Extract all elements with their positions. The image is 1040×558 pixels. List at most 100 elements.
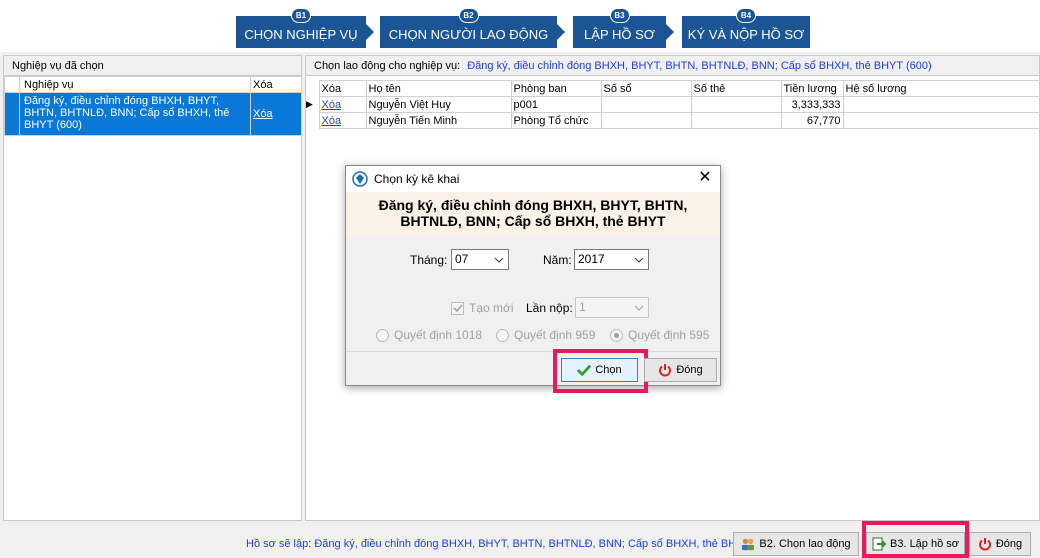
power-icon — [658, 363, 672, 377]
salary-coefficient-cell[interactable] — [842, 96, 1040, 113]
dialog-close-button[interactable]: Đóng — [644, 358, 717, 382]
close-window-label: Đóng — [995, 538, 1023, 550]
column-header-name[interactable]: Họ tên — [365, 80, 512, 97]
selected-services-panel: Nghiệp vụ đã chọn Nghiệp vụ Xóa Đăng ký,… — [3, 55, 302, 521]
name-cell[interactable]: Nguyễn Việt Huy — [365, 96, 512, 113]
close-icon[interactable]: ✕ — [696, 169, 714, 187]
wizard-steps: B1 CHỌN NGHIỆP VỤ B2 CHỌN NGƯỜI LAO ĐỘNG… — [0, 0, 1040, 52]
step-4-label: KÝ VÀ NỘP HỒ SƠ — [687, 26, 805, 42]
step-1-badge: B1 — [291, 8, 311, 23]
create-file-highlight — [862, 521, 969, 558]
delete-cell[interactable]: Xóa — [318, 112, 367, 129]
step-arrow-icon — [666, 24, 674, 40]
salary-cell[interactable]: 67,770 — [780, 112, 844, 129]
users-icon — [741, 537, 755, 551]
radio-checked-icon — [610, 328, 623, 342]
column-header-department[interactable]: Phòng ban — [510, 80, 602, 97]
choose-employee-button[interactable]: B2. Chọn lao động — [733, 532, 859, 556]
salary-coefficient-cell[interactable] — [842, 112, 1040, 129]
department-cell[interactable]: p001 — [510, 96, 602, 113]
column-header-book-number[interactable]: Số sổ — [600, 80, 692, 97]
current-row-indicator-icon: ▶ — [306, 99, 313, 109]
create-new-label: Tạo mới — [469, 301, 514, 315]
name-cell[interactable]: Nguyễn Tiến Minh — [365, 112, 512, 129]
row-indicator — [306, 113, 319, 129]
step-arrow-icon — [366, 24, 374, 40]
month-value: 07 — [455, 252, 469, 266]
table-header-row: Nghiệp vụ Xóa — [4, 76, 302, 93]
bottom-toolbar: Hồ sơ sẽ lập: Đăng ký, điều chỉnh đóng B… — [0, 521, 1040, 558]
selected-services-header: Nghiệp vụ đã chọn — [4, 56, 301, 76]
step-3-label: LẬP HỒ SƠ — [584, 26, 655, 42]
chevron-down-icon — [632, 250, 646, 269]
column-header-salary-coefficient[interactable]: Hệ số lương — [842, 80, 1040, 97]
employee-selection-header: Chọn lao động cho nghiệp vụ: Đăng ký, đi… — [306, 56, 1039, 76]
create-new-checkbox[interactable]: Tạo mới — [451, 301, 514, 315]
table-row[interactable]: Xóa Nguyễn Tiến Minh Phòng Tổ chức 67,77… — [306, 112, 1040, 129]
step-sign-submit[interactable]: B4 KÝ VÀ NỘP HỒ SƠ — [682, 8, 810, 48]
employee-selection-label: Chọn lao động cho nghiệp vụ: — [314, 60, 461, 72]
year-value: 2017 — [578, 252, 605, 266]
choose-button-highlight — [553, 349, 648, 393]
delete-employee-link[interactable]: Xóa — [322, 115, 342, 127]
column-header-salary[interactable]: Tiền lương — [780, 80, 844, 97]
submission-count-select[interactable]: 1 — [575, 297, 649, 318]
month-select[interactable]: 07 — [451, 249, 509, 270]
dialog-service-heading: Đăng ký, điều chỉnh đóng BHXH, BHYT, BHT… — [346, 192, 720, 236]
step-create-file[interactable]: B3 LẬP HỒ SƠ — [573, 8, 666, 48]
close-window-button[interactable]: Đóng — [969, 532, 1031, 556]
step-choose-employee[interactable]: B2 CHỌN NGƯỜI LAO ĐỘNG — [380, 8, 557, 48]
step-2-label: CHỌN NGƯỜI LAO ĐỘNG — [388, 26, 549, 42]
table-row[interactable]: ▶ Xóa Nguyễn Việt Huy p001 3,333,333 — [306, 96, 1040, 113]
step-2-badge: B2 — [458, 8, 479, 23]
employee-selection-service: Đăng ký, điều chỉnh đóng BHXH, BHYT, BHT… — [467, 60, 932, 72]
decision-1018-radio[interactable]: Quyết định 1018 — [376, 328, 482, 342]
row-indicator-header — [306, 80, 319, 97]
decision-959-label: Quyết định 959 — [514, 328, 596, 342]
step-1-label: CHỌN NGHIỆP VỤ — [244, 26, 358, 42]
delete-service-link[interactable]: Xóa — [253, 108, 273, 120]
dialog-divider — [346, 351, 720, 352]
employee-table: Xóa Họ tên Phòng ban Số sổ Số thẻ Tiền l… — [306, 80, 1040, 129]
radio-unchecked-icon — [496, 328, 509, 342]
dialog-titlebar: Chọn kỳ kê khai ✕ — [346, 166, 720, 192]
service-name-cell[interactable]: Đăng ký, điều chỉnh đóng BHXH, BHYT, BHT… — [19, 92, 251, 136]
row-indicator[interactable] — [4, 92, 20, 136]
department-cell[interactable]: Phòng Tổ chức — [510, 112, 602, 129]
selected-services-table: Nghiệp vụ Xóa Đăng ký, điều chỉnh đóng B… — [4, 76, 302, 136]
column-header-delete[interactable]: Xóa — [250, 76, 302, 93]
decision-595-radio[interactable]: Quyết định 595 — [610, 328, 709, 342]
month-label: Tháng: — [410, 253, 448, 267]
table-row[interactable]: Đăng ký, điều chỉnh đóng BHXH, BHYT, BHT… — [4, 92, 302, 136]
dialog-close-label: Đóng — [676, 364, 703, 376]
card-number-cell[interactable] — [690, 112, 782, 129]
checkbox-checked-icon — [451, 301, 464, 315]
chevron-down-icon — [632, 298, 646, 317]
radio-unchecked-icon — [376, 328, 389, 342]
submission-count-label: Lần nộp: — [526, 301, 573, 315]
card-number-cell[interactable] — [690, 96, 782, 113]
chevron-down-icon — [492, 250, 506, 269]
year-label: Năm: — [543, 253, 572, 267]
step-4-badge: B4 — [736, 8, 756, 23]
book-number-cell[interactable] — [600, 112, 692, 129]
file-summary-text: Hồ sơ sẽ lập: Đăng ký, điều chỉnh đóng B… — [246, 538, 751, 550]
service-delete-cell[interactable]: Xóa — [250, 92, 302, 136]
submission-count-value: 1 — [579, 300, 586, 314]
book-number-cell[interactable] — [600, 96, 692, 113]
delete-employee-link[interactable]: Xóa — [322, 99, 342, 111]
decision-1018-label: Quyết định 1018 — [394, 328, 483, 342]
salary-cell[interactable]: 3,333,333 — [780, 96, 844, 113]
year-select[interactable]: 2017 — [574, 249, 649, 270]
step-3-badge: B3 — [609, 8, 630, 23]
declaration-period-dialog: Chọn kỳ kê khai ✕ Đăng ký, điều chỉnh đó… — [345, 165, 721, 393]
delete-cell[interactable]: Xóa — [318, 96, 367, 113]
column-header-service[interactable]: Nghiệp vụ — [19, 76, 251, 93]
decision-959-radio[interactable]: Quyết định 959 — [496, 328, 595, 342]
step-arrow-icon — [557, 24, 565, 40]
choose-employee-label: B2. Chọn lao động — [759, 538, 851, 550]
column-header-card-number[interactable]: Số thẻ — [690, 80, 782, 97]
power-icon — [978, 537, 992, 551]
step-choose-service[interactable]: B1 CHỌN NGHIỆP VỤ — [236, 8, 366, 48]
column-header-delete[interactable]: Xóa — [318, 80, 367, 97]
